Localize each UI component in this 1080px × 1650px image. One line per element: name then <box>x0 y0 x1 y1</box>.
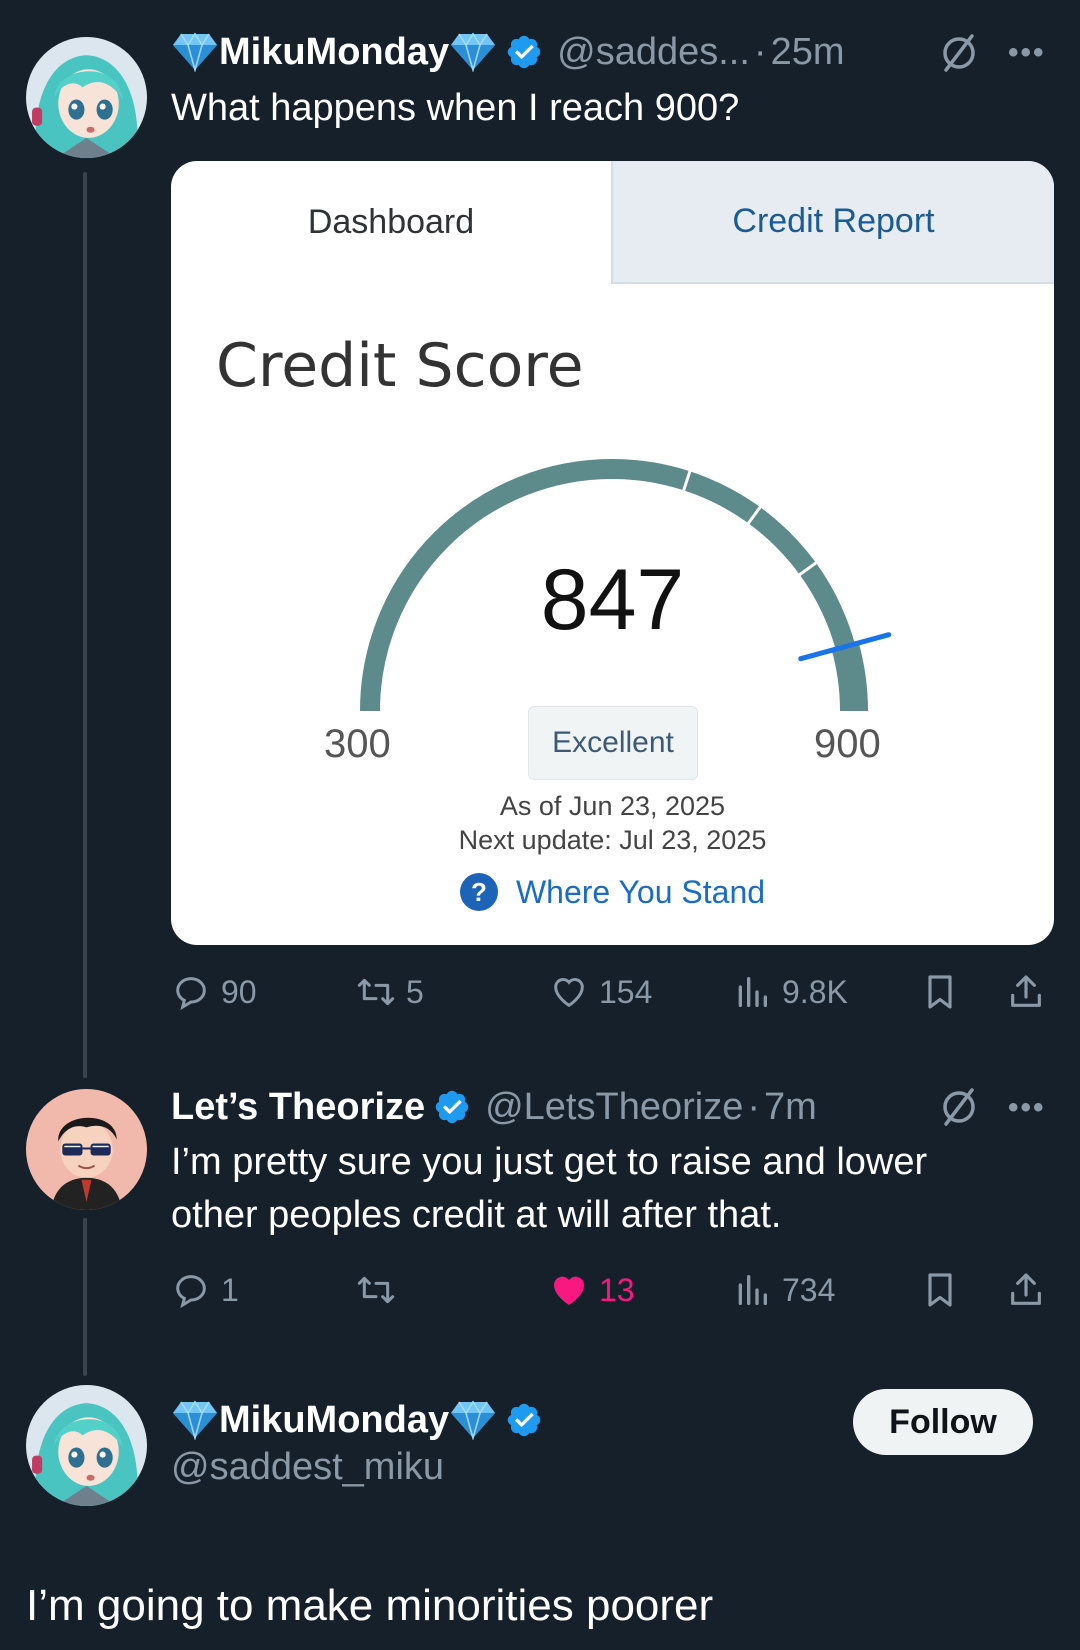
like-button[interactable]: 154 <box>549 970 652 1014</box>
retweet-button[interactable] <box>356 1268 406 1312</box>
views-icon <box>732 1270 772 1310</box>
tweet1-header: MikuMonday @saddes... · 25m <box>171 27 845 77</box>
reply-button[interactable]: 90 <box>171 970 257 1014</box>
views-button[interactable]: 9.8K <box>732 970 848 1014</box>
next-update-date: Next update: Jul 23, 2025 <box>458 825 767 855</box>
tweet3-header: MikuMonday <box>171 1395 543 1445</box>
reply-icon <box>171 1270 211 1310</box>
like-button[interactable]: 13 <box>549 1268 635 1312</box>
gauge-arc-end <box>831 640 868 712</box>
share-button[interactable] <box>1006 970 1046 1014</box>
diamond-icon <box>171 1400 219 1440</box>
tweet2-handle[interactable]: @LetsTheorize <box>485 1086 743 1129</box>
separator-dot: · <box>747 1085 760 1128</box>
avatar-letstheorize[interactable] <box>26 1089 147 1210</box>
avatar-mikumonday[interactable] <box>26 37 147 158</box>
reply-icon <box>171 972 211 1012</box>
score-dates: As of Jun 23, 2025 Next update: Jul 23, … <box>171 789 1054 857</box>
tweet1-text: What happens when I reach 900? <box>171 87 740 129</box>
where-you-stand-link: ? Where You Stand <box>171 873 1054 911</box>
grok-icon[interactable] <box>937 31 981 75</box>
retweet-icon <box>356 972 396 1012</box>
credit-score-card-image[interactable]: Dashboard Credit Report Credit Score 847… <box>171 161 1054 945</box>
bookmark-button[interactable] <box>920 970 960 1014</box>
tweet1-timestamp[interactable]: 25m <box>771 31 845 74</box>
tweet2-timestamp[interactable]: 7m <box>764 1086 817 1129</box>
retweet-button[interactable]: 5 <box>356 970 424 1014</box>
follow-button[interactable]: Follow <box>853 1389 1033 1455</box>
reply-count: 90 <box>221 973 257 1010</box>
more-options-icon[interactable]: ••• <box>1008 36 1046 70</box>
tweet1-handle[interactable]: @saddes... <box>557 31 750 74</box>
verified-badge-icon[interactable] <box>505 33 543 71</box>
tweet3-author-name[interactable]: MikuMonday <box>219 1399 449 1442</box>
gauge-max-label: 900 <box>814 722 881 766</box>
bookmark-icon <box>920 1270 960 1310</box>
as-of-date: As of Jun 23, 2025 <box>499 791 726 821</box>
share-icon <box>1006 1270 1046 1310</box>
heart-filled-icon <box>549 1270 589 1310</box>
tweet1-author-name[interactable]: MikuMonday <box>219 31 449 74</box>
diamond-icon <box>449 32 497 72</box>
retweet-icon <box>356 1270 396 1310</box>
heart-icon <box>549 972 589 1012</box>
grok-icon[interactable] <box>937 1085 981 1129</box>
tweet2-text: I’m pretty sure you just get to raise an… <box>171 1136 927 1242</box>
thread-line-2 <box>83 1218 87 1376</box>
views-icon <box>732 972 772 1012</box>
question-icon: ? <box>459 873 498 911</box>
tweet2-text-line2: other peoples credit at will after that. <box>171 1194 782 1236</box>
views-count: 734 <box>782 1271 836 1308</box>
bookmark-icon <box>920 972 960 1012</box>
reply-button[interactable]: 1 <box>171 1268 239 1312</box>
like-count: 154 <box>599 973 653 1010</box>
retweet-count: 5 <box>406 973 424 1010</box>
reply-count: 1 <box>221 1271 239 1308</box>
like-count: 13 <box>599 1271 635 1308</box>
where-you-stand-label: Where You Stand <box>515 873 766 910</box>
tweet2-text-line1: I’m pretty sure you just get to raise an… <box>171 1141 928 1183</box>
diamond-icon <box>171 32 219 72</box>
thread-line-1 <box>83 172 87 1078</box>
tweet3-text: I’m going to make minorities poorer <box>26 1581 714 1630</box>
separator-dot: · <box>753 30 767 73</box>
diamond-icon <box>449 1400 497 1440</box>
credit-score-value: 847 <box>540 552 685 648</box>
verified-badge-icon[interactable] <box>505 1401 543 1439</box>
avatar-mikumonday[interactable] <box>26 1385 147 1506</box>
bookmark-button[interactable] <box>920 1268 960 1312</box>
verified-badge-icon[interactable] <box>433 1088 471 1126</box>
share-icon <box>1006 972 1046 1012</box>
more-options-icon[interactable]: ••• <box>1008 1091 1046 1125</box>
tweet3-handle[interactable]: @saddest_miku <box>171 1446 444 1489</box>
share-button[interactable] <box>1006 1268 1046 1312</box>
views-count: 9.8K <box>782 973 848 1010</box>
gauge-min-label: 300 <box>324 722 391 766</box>
views-button[interactable]: 734 <box>732 1268 835 1312</box>
tweet2-author-name[interactable]: Let’s Theorize <box>171 1086 425 1129</box>
tweet2-header: Let’s Theorize @LetsTheorize · 7m <box>171 1082 817 1132</box>
rating-badge: Excellent <box>528 706 698 780</box>
